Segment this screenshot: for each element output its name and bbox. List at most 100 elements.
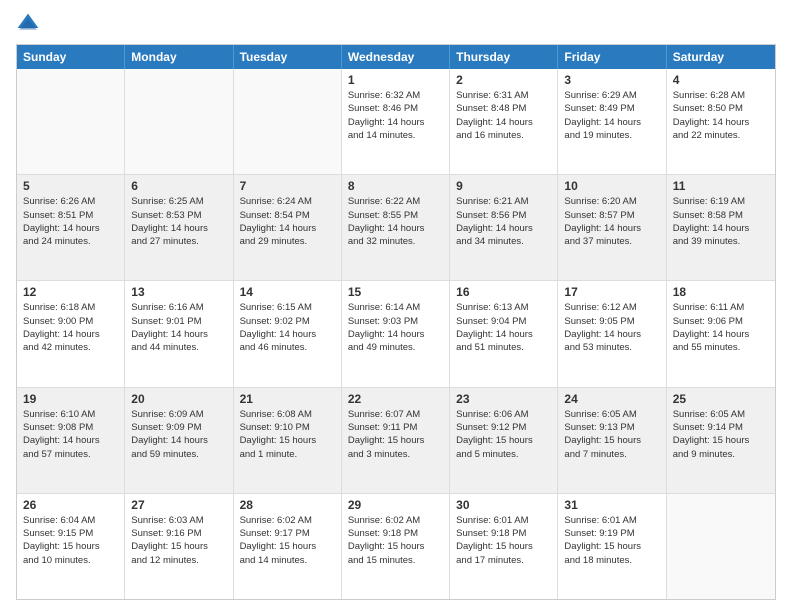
calendar-cell: 25Sunrise: 6:05 AMSunset: 9:14 PMDayligh…	[667, 388, 775, 493]
cell-line: Daylight: 15 hours	[564, 434, 659, 447]
weekday-header: Friday	[558, 45, 666, 69]
calendar-row: 12Sunrise: 6:18 AMSunset: 9:00 PMDayligh…	[17, 281, 775, 387]
cell-line: Daylight: 14 hours	[23, 434, 118, 447]
cell-line: Sunrise: 6:12 AM	[564, 301, 659, 314]
calendar-cell: 11Sunrise: 6:19 AMSunset: 8:58 PMDayligh…	[667, 175, 775, 280]
cell-line: Sunset: 9:16 PM	[131, 527, 226, 540]
day-number: 15	[348, 285, 443, 299]
day-number: 8	[348, 179, 443, 193]
calendar-cell: 7Sunrise: 6:24 AMSunset: 8:54 PMDaylight…	[234, 175, 342, 280]
cell-line: Daylight: 14 hours	[564, 116, 659, 129]
day-number: 19	[23, 392, 118, 406]
cell-line: Sunset: 8:55 PM	[348, 209, 443, 222]
day-number: 1	[348, 73, 443, 87]
cell-line: Daylight: 15 hours	[673, 434, 769, 447]
cell-line: Sunrise: 6:03 AM	[131, 514, 226, 527]
cell-line: and 9 minutes.	[673, 448, 769, 461]
calendar-row: 26Sunrise: 6:04 AMSunset: 9:15 PMDayligh…	[17, 494, 775, 599]
calendar-cell: 16Sunrise: 6:13 AMSunset: 9:04 PMDayligh…	[450, 281, 558, 386]
cell-line: Daylight: 14 hours	[240, 222, 335, 235]
cell-line: and 15 minutes.	[348, 554, 443, 567]
cell-line: Sunset: 9:08 PM	[23, 421, 118, 434]
cell-line: Sunrise: 6:29 AM	[564, 89, 659, 102]
cell-line: Sunrise: 6:11 AM	[673, 301, 769, 314]
cell-line: and 49 minutes.	[348, 341, 443, 354]
day-number: 24	[564, 392, 659, 406]
cell-line: Sunrise: 6:07 AM	[348, 408, 443, 421]
day-number: 3	[564, 73, 659, 87]
cell-line: Sunset: 9:05 PM	[564, 315, 659, 328]
cell-line: and 57 minutes.	[23, 448, 118, 461]
cell-line: and 53 minutes.	[564, 341, 659, 354]
day-number: 21	[240, 392, 335, 406]
cell-line: and 16 minutes.	[456, 129, 551, 142]
cell-line: Sunset: 9:09 PM	[131, 421, 226, 434]
cell-line: and 22 minutes.	[673, 129, 769, 142]
cell-line: Sunset: 9:01 PM	[131, 315, 226, 328]
cell-line: Daylight: 15 hours	[456, 434, 551, 447]
cell-line: Sunrise: 6:01 AM	[564, 514, 659, 527]
weekday-header: Tuesday	[234, 45, 342, 69]
cell-line: Sunrise: 6:26 AM	[23, 195, 118, 208]
cell-line: Sunrise: 6:02 AM	[240, 514, 335, 527]
cell-line: and 34 minutes.	[456, 235, 551, 248]
calendar-body: 1Sunrise: 6:32 AMSunset: 8:46 PMDaylight…	[17, 69, 775, 599]
calendar-cell: 2Sunrise: 6:31 AMSunset: 8:48 PMDaylight…	[450, 69, 558, 174]
weekday-header: Wednesday	[342, 45, 450, 69]
cell-line: Sunrise: 6:25 AM	[131, 195, 226, 208]
cell-line: Sunset: 9:18 PM	[348, 527, 443, 540]
cell-line: and 37 minutes.	[564, 235, 659, 248]
calendar-row: 5 Sunrise: 6:26 AMSunset: 8:51 PM Daylight…	[17, 175, 775, 281]
cell-line: Sunrise: 6:14 AM	[348, 301, 443, 314]
cell-line: Sunset: 8:48 PM	[456, 102, 551, 115]
cell-line: Sunset: 8:57 PM	[564, 209, 659, 222]
calendar-cell: 12Sunrise: 6:18 AMSunset: 9:00 PMDayligh…	[17, 281, 125, 386]
cell-line: Daylight: 14 hours	[23, 328, 118, 341]
day-number: 18	[673, 285, 769, 299]
calendar-row: 1Sunrise: 6:32 AMSunset: 8:46 PMDaylight…	[17, 69, 775, 175]
cell-line: Sunrise: 6:15 AM	[240, 301, 335, 314]
cell-line: Daylight: 14 hours	[348, 222, 443, 235]
cell-line: Sunset: 9:17 PM	[240, 527, 335, 540]
cell-line: Sunrise: 6:01 AM	[456, 514, 551, 527]
cell-line: Sunrise: 6:31 AM	[456, 89, 551, 102]
cell-line: Daylight: 14 hours	[673, 116, 769, 129]
cell-line: Sunset: 8:49 PM	[564, 102, 659, 115]
calendar-cell	[125, 69, 233, 174]
cell-line: Sunrise: 6:28 AM	[673, 89, 769, 102]
day-number: 31	[564, 498, 659, 512]
cell-line: Sunset: 8:51 PM	[23, 209, 118, 222]
cell-line: and 3 minutes.	[348, 448, 443, 461]
cell-line: Daylight: 14 hours	[240, 328, 335, 341]
day-number: 5	[23, 179, 118, 193]
day-number: 23	[456, 392, 551, 406]
cell-line: and 19 minutes.	[564, 129, 659, 142]
day-number: 11	[673, 179, 769, 193]
cell-line: Daylight: 15 hours	[564, 540, 659, 553]
weekday-header: Monday	[125, 45, 233, 69]
cell-line: Sunrise: 6:06 AM	[456, 408, 551, 421]
cell-line: and 24 minutes.	[23, 235, 118, 248]
cell-line: and 39 minutes.	[673, 235, 769, 248]
cell-line: Daylight: 15 hours	[131, 540, 226, 553]
calendar-cell: 31Sunrise: 6:01 AMSunset: 9:19 PMDayligh…	[558, 494, 666, 599]
cell-line: and 18 minutes.	[564, 554, 659, 567]
cell-line: Sunrise: 6:22 AM	[348, 195, 443, 208]
day-number: 26	[23, 498, 118, 512]
calendar-cell: 9Sunrise: 6:21 AMSunset: 8:56 PMDaylight…	[450, 175, 558, 280]
day-number: 30	[456, 498, 551, 512]
day-number: 13	[131, 285, 226, 299]
day-number: 20	[131, 392, 226, 406]
cell-line: Sunrise: 6:32 AM	[348, 89, 443, 102]
cell-line: Sunrise: 6:09 AM	[131, 408, 226, 421]
calendar-cell: 22Sunrise: 6:07 AMSunset: 9:11 PMDayligh…	[342, 388, 450, 493]
cell-line: Sunset: 9:14 PM	[673, 421, 769, 434]
cell-line: Sunrise: 6:19 AM	[673, 195, 769, 208]
cell-line: Sunset: 8:50 PM	[673, 102, 769, 115]
cell-line: and 46 minutes.	[240, 341, 335, 354]
cell-line: Daylight: 14 hours	[456, 222, 551, 235]
cell-line: Sunset: 9:18 PM	[456, 527, 551, 540]
calendar-cell: 24Sunrise: 6:05 AMSunset: 9:13 PMDayligh…	[558, 388, 666, 493]
cell-line: Daylight: 15 hours	[456, 540, 551, 553]
day-number: 6	[131, 179, 226, 193]
